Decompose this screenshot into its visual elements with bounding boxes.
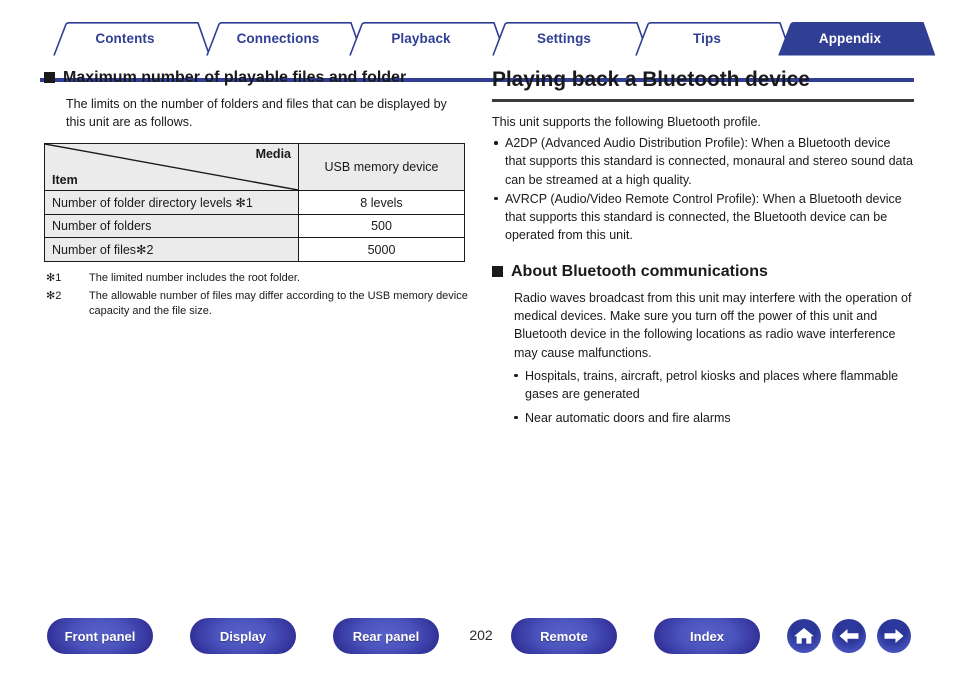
footnote-marker: ✻2	[46, 290, 62, 303]
button-label: Remote	[540, 628, 588, 644]
home-icon	[794, 628, 814, 644]
profile-list: A2DP (Advanced Audio Distribution Profil…	[492, 134, 914, 244]
table-row-value: 8 levels	[298, 190, 465, 216]
square-bullet-icon	[492, 266, 503, 278]
square-bullet-icon	[44, 72, 55, 83]
arrow-right-icon	[884, 629, 904, 643]
table-row-label: Number of folder directory levels ✻1	[44, 190, 299, 216]
table-corner-cell: Media Item	[44, 143, 299, 192]
button-label: Index	[690, 628, 724, 644]
list-item: AVRCP (Audio/Video Remote Control Profil…	[492, 190, 914, 244]
precaution-list: Hospitals, trains, aircraft, petrol kios…	[512, 367, 914, 427]
display-button[interactable]: Display	[190, 618, 296, 654]
list-item: A2DP (Advanced Audio Distribution Profil…	[492, 134, 914, 188]
title-rule	[492, 99, 914, 103]
tab-label: Appendix	[818, 30, 882, 46]
button-label: Rear panel	[352, 628, 420, 644]
table-row-value: 5000	[298, 237, 465, 263]
tab-strip: Contents Connections Playback Settings T	[40, 22, 935, 56]
remote-button[interactable]: Remote	[511, 618, 617, 654]
corner-media-label: Media	[255, 147, 291, 162]
footnote-text: The allowable number of files may differ…	[89, 290, 468, 318]
footer-bar: Front panel Display Rear panel 202 Remot…	[0, 618, 954, 658]
footnote-text: The limited number includes the root fol…	[89, 272, 300, 285]
table-row: Number of folder directory levels ✻1 8 l…	[44, 190, 465, 216]
table-row: Number of files✻2 5000	[44, 237, 465, 263]
tab-contents[interactable]: Contents	[40, 22, 210, 56]
page-title: Playing back a Bluetooth device	[492, 68, 810, 91]
section-heading-label: About Bluetooth communications	[511, 263, 768, 281]
front-panel-button[interactable]: Front panel	[47, 618, 153, 654]
tab-label: Settings	[536, 30, 592, 46]
footnote-item: ✻1 The limited number includes the root …	[44, 271, 468, 286]
corner-item-label: Item	[52, 173, 78, 188]
section-heading-about-bluetooth: About Bluetooth communications	[492, 262, 914, 281]
tab-label: Contents	[95, 30, 155, 46]
right-column: Playing back a Bluetooth device This uni…	[492, 68, 914, 433]
home-button[interactable]	[787, 619, 821, 653]
index-button[interactable]: Index	[654, 618, 760, 654]
table-row-value: 500	[298, 214, 465, 239]
rear-panel-button[interactable]: Rear panel	[333, 618, 439, 654]
spec-table: Media Item USB memory device Number of f…	[44, 143, 465, 263]
forward-button[interactable]	[877, 619, 911, 653]
tab-label: Playback	[391, 30, 451, 46]
tab-label: Tips	[693, 30, 721, 46]
arrow-left-icon	[839, 629, 859, 643]
table-column-header: USB memory device	[298, 143, 465, 192]
table-row: Number of folders 500	[44, 214, 465, 239]
footnote-marker: ✻1	[46, 272, 62, 285]
table-row-label: Number of folders	[44, 214, 299, 239]
table-header-row: Media Item USB memory device	[44, 143, 465, 192]
list-item: Near automatic doors and fire alarms	[512, 409, 914, 427]
table-row-label: Number of files✻2	[44, 237, 299, 263]
list-item: Hospitals, trains, aircraft, petrol kios…	[512, 367, 914, 403]
back-button[interactable]	[832, 619, 866, 653]
left-column: Maximum number of playable files and fol…	[44, 68, 468, 322]
about-bluetooth-body: Radio waves broadcast from this unit may…	[514, 291, 912, 360]
tab-label: Connections	[236, 30, 320, 46]
section-heading-max-files: Maximum number of playable files and fol…	[44, 68, 468, 87]
button-label: Front panel	[64, 628, 136, 644]
section-heading-label: Maximum number of playable files and fol…	[63, 69, 407, 86]
intro-paragraph: The limits on the number of folders and …	[66, 97, 447, 130]
footnote-list: ✻1 The limited number includes the root …	[44, 271, 468, 319]
page-number: 202	[469, 627, 493, 643]
button-label: Display	[219, 628, 267, 644]
footnote-item: ✻2 The allowable number of files may dif…	[44, 289, 468, 319]
bluetooth-intro: This unit supports the following Bluetoo…	[492, 115, 761, 130]
tab-appendix[interactable]: Appendix	[765, 22, 935, 56]
tab-bar: Contents Connections Playback Settings T	[0, 22, 954, 82]
